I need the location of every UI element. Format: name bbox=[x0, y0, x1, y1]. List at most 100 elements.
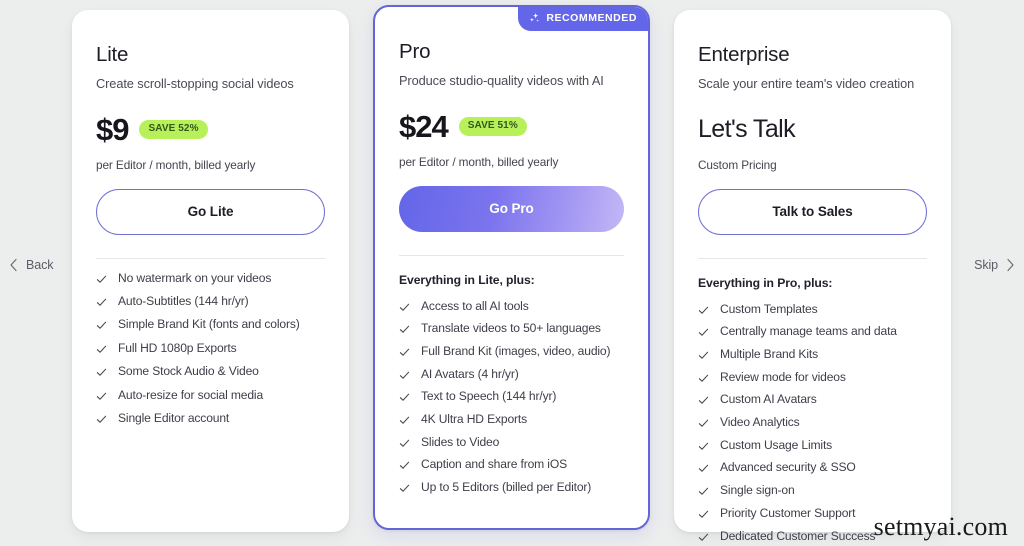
feature-item: Text to Speech (144 hr/yr) bbox=[399, 389, 624, 404]
check-icon bbox=[96, 367, 107, 378]
check-icon bbox=[698, 373, 709, 384]
check-icon bbox=[399, 302, 410, 313]
sparkles-icon bbox=[528, 12, 541, 25]
feature-label: Full HD 1080p Exports bbox=[118, 340, 237, 355]
feature-label: Some Stock Audio & Video bbox=[118, 364, 259, 379]
check-icon bbox=[698, 441, 709, 452]
feature-label: Slides to Video bbox=[421, 434, 500, 449]
check-icon bbox=[96, 414, 107, 425]
billing-note-pro: per Editor / month, billed yearly bbox=[399, 154, 559, 169]
feature-label: Advanced security & SSO bbox=[720, 460, 856, 475]
plan-name-pro: Pro bbox=[399, 40, 431, 63]
price-row-pro: $24 SAVE 51% bbox=[399, 110, 624, 144]
feature-label: Caption and share from iOS bbox=[421, 457, 568, 472]
skip-button[interactable]: Skip bbox=[974, 258, 1015, 272]
feature-label: Up to 5 Editors (billed per Editor) bbox=[421, 480, 592, 495]
plan-name-enterprise: Enterprise bbox=[698, 43, 790, 66]
go-pro-button[interactable]: Go Pro bbox=[399, 185, 624, 232]
check-icon bbox=[399, 438, 410, 449]
chevron-right-icon bbox=[1005, 258, 1015, 272]
feature-label: Text to Speech (144 hr/yr) bbox=[421, 389, 557, 404]
feature-item: Multiple Brand Kits bbox=[698, 346, 927, 362]
plan-price-enterprise: Let's Talk bbox=[698, 115, 796, 144]
watermark: setmyai.com bbox=[873, 512, 1008, 541]
feature-item: 4K Ultra HD Exports bbox=[399, 412, 624, 427]
feature-item: Centrally manage teams and data bbox=[698, 324, 927, 339]
back-button[interactable]: Back bbox=[9, 258, 53, 272]
feature-item: Translate videos to 50+ languages bbox=[399, 321, 624, 336]
divider-pro bbox=[399, 254, 624, 256]
plan-name-lite: Lite bbox=[96, 43, 129, 66]
feature-label: Translate videos to 50+ languages bbox=[421, 321, 601, 336]
feature-label: Custom AI Avatars bbox=[720, 392, 817, 407]
check-icon bbox=[698, 350, 709, 361]
recommended-badge-label: RECOMMENDED bbox=[546, 12, 637, 24]
feature-label: Single sign-on bbox=[720, 483, 795, 498]
go-lite-button[interactable]: Go Lite bbox=[96, 188, 325, 235]
feature-item: Video Analytics bbox=[698, 415, 927, 430]
check-icon bbox=[399, 370, 410, 381]
feature-item: No watermark on your videos bbox=[96, 271, 325, 286]
plan-price-pro: $24 bbox=[399, 109, 449, 145]
check-icon bbox=[399, 460, 410, 471]
feature-item: Full Brand Kit (images, video, audio) bbox=[399, 343, 624, 359]
pricing-card-lite[interactable]: Lite Create scroll-stopping social video… bbox=[72, 10, 349, 532]
feature-item: Review mode for videos bbox=[698, 370, 927, 385]
billing-note-enterprise: Custom Pricing bbox=[698, 157, 777, 172]
price-row-enterprise: Let's Talk bbox=[698, 113, 927, 147]
divider-enterprise bbox=[698, 257, 927, 259]
check-icon bbox=[96, 344, 107, 355]
talk-to-sales-button[interactable]: Talk to Sales bbox=[698, 188, 927, 235]
feature-label: Video Analytics bbox=[720, 415, 800, 430]
features-list-lite: No watermark on your videos Auto-Subtitl… bbox=[96, 271, 325, 426]
features-heading-enterprise: Everything in Pro, plus: bbox=[698, 275, 833, 290]
features-list-pro: Access to all AI tools Translate videos … bbox=[399, 298, 624, 496]
plan-tagline-pro: Produce studio-quality videos with AI bbox=[399, 72, 604, 88]
feature-label: Full Brand Kit (images, video, audio) bbox=[421, 343, 611, 358]
feature-item: Access to all AI tools bbox=[399, 298, 624, 314]
feature-label: Custom Usage Limits bbox=[720, 437, 833, 452]
feature-item: Single sign-on bbox=[698, 483, 927, 498]
feature-label: Simple Brand Kit (fonts and colors) bbox=[118, 317, 300, 332]
check-icon bbox=[698, 305, 709, 316]
feature-label: Auto-resize for social media bbox=[118, 387, 264, 402]
save-badge-lite: SAVE 52% bbox=[139, 120, 208, 140]
check-icon bbox=[698, 418, 709, 429]
feature-item: Custom Templates bbox=[698, 302, 927, 317]
feature-item: Full HD 1080p Exports bbox=[96, 340, 325, 356]
skip-label: Skip bbox=[974, 258, 998, 272]
check-icon bbox=[399, 392, 410, 403]
feature-label: Single Editor account bbox=[118, 410, 230, 425]
feature-item: Slides to Video bbox=[399, 434, 624, 450]
check-icon bbox=[399, 415, 410, 426]
feature-label: Access to all AI tools bbox=[421, 298, 529, 313]
check-icon bbox=[698, 395, 709, 406]
pricing-card-enterprise[interactable]: Enterprise Scale your entire team's vide… bbox=[674, 10, 951, 542]
feature-item: Some Stock Audio & Video bbox=[96, 364, 325, 379]
check-icon bbox=[698, 532, 709, 543]
check-icon bbox=[399, 324, 410, 335]
feature-label: Multiple Brand Kits bbox=[720, 346, 818, 361]
save-badge-pro: SAVE 51% bbox=[458, 117, 527, 137]
pricing-screen: Lite Create scroll-stopping social video… bbox=[0, 0, 1024, 546]
check-icon bbox=[698, 463, 709, 474]
feature-item: Auto-Subtitles (144 hr/yr) bbox=[96, 293, 325, 309]
billing-note-lite: per Editor / month, billed yearly bbox=[96, 157, 256, 172]
feature-item: AI Avatars (4 hr/yr) bbox=[399, 366, 624, 382]
feature-label: Auto-Subtitles (144 hr/yr) bbox=[118, 293, 249, 308]
plan-tagline-lite: Create scroll-stopping social videos bbox=[96, 75, 294, 91]
feature-item: Simple Brand Kit (fonts and colors) bbox=[96, 317, 325, 332]
divider-lite bbox=[96, 257, 325, 259]
pricing-card-pro[interactable]: RECOMMENDED Pro Produce studio-quality v… bbox=[373, 5, 650, 530]
feature-item: Advanced security & SSO bbox=[698, 461, 927, 475]
price-row-lite: $9 SAVE 52% bbox=[96, 113, 325, 147]
check-icon bbox=[96, 320, 107, 331]
feature-label: Dedicated Customer Success bbox=[720, 528, 876, 543]
check-icon bbox=[698, 509, 709, 520]
plan-price-lite: $9 bbox=[96, 112, 129, 148]
feature-label: 4K Ultra HD Exports bbox=[421, 412, 528, 427]
feature-label: Priority Customer Support bbox=[720, 505, 856, 520]
check-icon bbox=[96, 297, 107, 308]
feature-item: Caption and share from iOS bbox=[399, 458, 624, 472]
feature-label: AI Avatars (4 hr/yr) bbox=[421, 366, 519, 381]
